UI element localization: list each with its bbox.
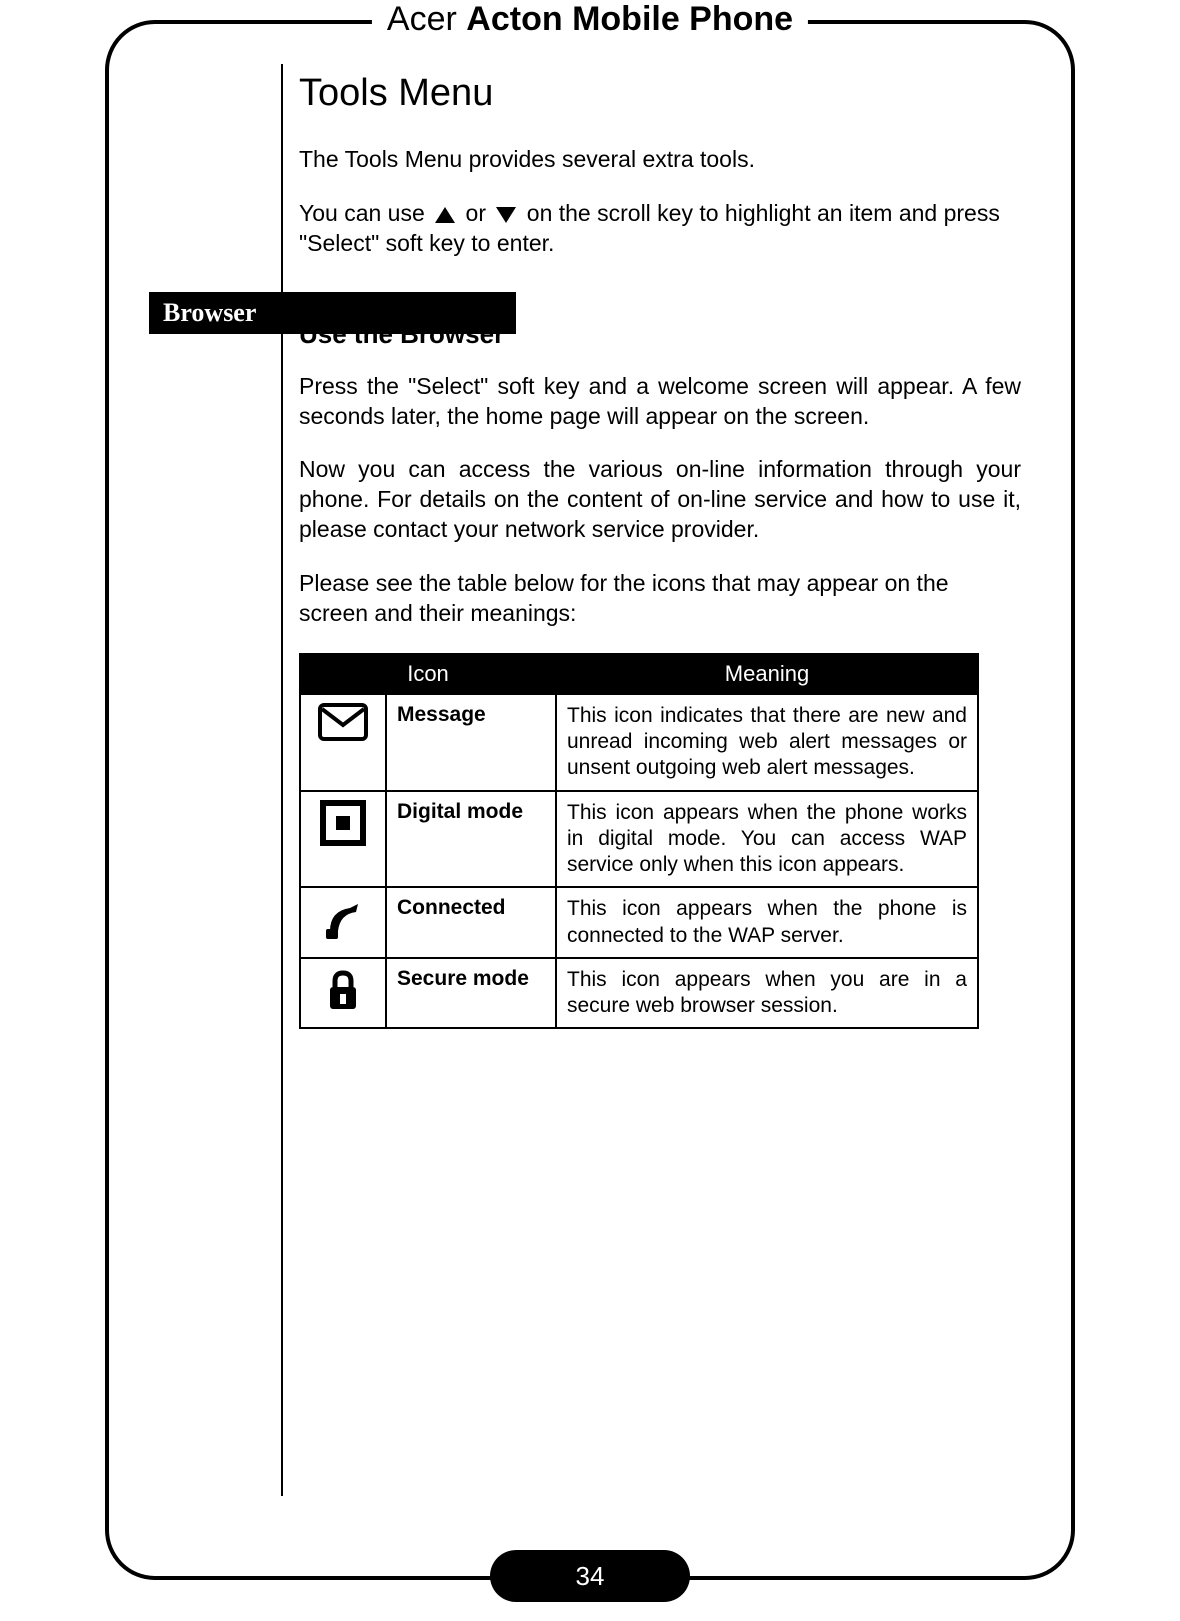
secure-mode-icon	[300, 958, 386, 1029]
content-area: Tools Menu The Tools Menu provides sever…	[109, 24, 1071, 1576]
table-row: Secure mode This icon appears when you a…	[300, 958, 978, 1029]
browser-para-3: Please see the table below for the icons…	[299, 569, 1021, 629]
scroll-instruction-paragraph: You can use or on the scroll key to high…	[299, 199, 1021, 259]
header-icon: Icon	[300, 654, 556, 694]
row-name: Connected	[386, 887, 556, 958]
scroll-text-pre: You can use	[299, 200, 431, 226]
row-name: Message	[386, 694, 556, 791]
subheading-use-browser: Use the Browser	[299, 319, 1021, 350]
digital-mode-icon	[300, 791, 386, 888]
table-header-row: Icon Meaning	[300, 654, 978, 694]
page-frame: Acer Acton Mobile Phone Browser Tools Me…	[105, 20, 1075, 1580]
header-meaning: Meaning	[556, 654, 978, 694]
scroll-text-mid: or	[466, 200, 493, 226]
row-name: Secure mode	[386, 958, 556, 1029]
table-row: Digital mode This icon appears when the …	[300, 791, 978, 888]
down-arrow-icon	[496, 207, 516, 223]
row-meaning: This icon appears when the phone is conn…	[556, 887, 978, 958]
row-meaning: This icon appears when you are in a secu…	[556, 958, 978, 1029]
intro-paragraph: The Tools Menu provides several extra to…	[299, 145, 1021, 175]
up-arrow-icon	[435, 207, 455, 223]
icon-meaning-table: Icon Meaning Message This icon indicates…	[299, 653, 979, 1030]
table-row: Message This icon indicates that there a…	[300, 694, 978, 791]
table-row: Connected This icon appears when the pho…	[300, 887, 978, 958]
row-name: Digital mode	[386, 791, 556, 888]
section-title: Tools Menu	[299, 72, 1021, 115]
row-meaning: This icon indicates that there are new a…	[556, 694, 978, 791]
browser-para-2: Now you can access the various on-line i…	[299, 455, 1021, 545]
browser-para-1: Press the "Select" soft key and a welcom…	[299, 372, 1021, 432]
page-number: 34	[490, 1550, 690, 1602]
connected-icon	[300, 887, 386, 958]
row-meaning: This icon appears when the phone works i…	[556, 791, 978, 888]
message-icon	[300, 694, 386, 791]
